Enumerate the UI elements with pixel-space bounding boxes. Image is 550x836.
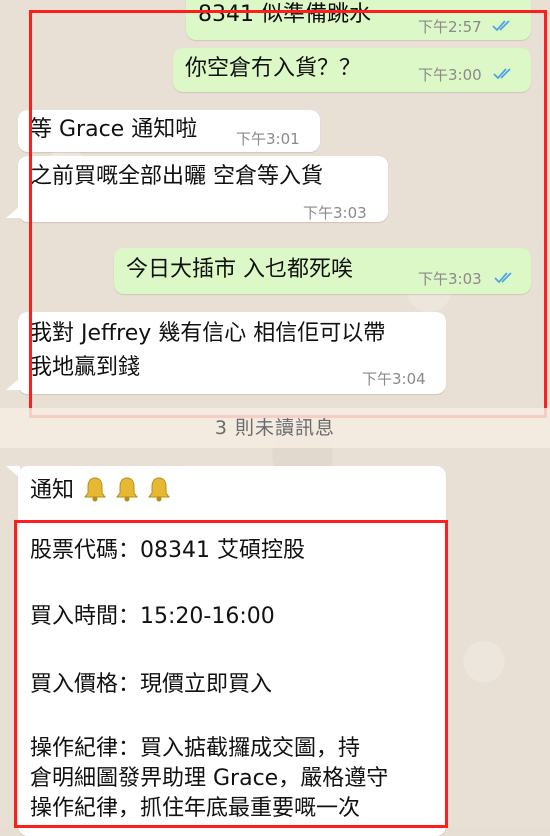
read-ticks-icon bbox=[494, 272, 512, 284]
bubble-tail bbox=[6, 378, 20, 390]
bubble-tail bbox=[6, 466, 20, 478]
outgoing-message[interactable]: 你空倉冇入貨？？ 下午3:00 bbox=[173, 48, 531, 92]
bell-icon bbox=[84, 477, 106, 502]
notice-line-discipline: 倉明細圖發畀助理 Grace，嚴格遵守 bbox=[30, 766, 389, 791]
message-time: 下午3:03 bbox=[418, 270, 482, 288]
incoming-message-notice[interactable]: 通知 股票代碼：08341 艾碩控股 買入時間：15:20-16:00 買入價格… bbox=[18, 466, 446, 836]
message-time: 下午3:01 bbox=[236, 130, 300, 148]
outgoing-message[interactable]: 8341 似準備跳水 下午2:57 bbox=[186, 0, 531, 40]
notice-line-buy-price: 買入價格：現價立即買入 bbox=[30, 672, 273, 697]
notice-line-buy-time: 買入時間：15:20-16:00 bbox=[30, 604, 275, 629]
outgoing-message[interactable]: 今日大插市 入乜都死唉 下午3:03 bbox=[114, 248, 531, 294]
message-time: 下午3:04 bbox=[362, 370, 426, 388]
bell-icon bbox=[116, 477, 138, 502]
message-time: 下午3:00 bbox=[418, 66, 482, 84]
read-ticks-icon bbox=[493, 68, 511, 80]
notice-line-discipline: 操作紀律，抓住年底最重要嘅一次 bbox=[30, 796, 361, 821]
read-ticks-icon bbox=[492, 20, 510, 32]
message-text: 今日大插市 入乜都死唉 bbox=[126, 257, 353, 282]
incoming-message[interactable]: 等 Grace 通知啦 下午3:01 bbox=[18, 110, 320, 152]
bell-icon bbox=[148, 477, 170, 502]
message-text-line: 我地贏到錢 bbox=[30, 355, 141, 380]
message-time: 下午2:57 bbox=[418, 18, 482, 36]
message-text: 之前買嘅全部出曬 空倉等入貨 bbox=[30, 164, 323, 189]
bubble-tail bbox=[6, 206, 20, 218]
notice-line-stock-code: 股票代碼：08341 艾碩控股 bbox=[30, 538, 305, 563]
notice-line-discipline: 操作紀律：買入掂截攞成交圖，持 bbox=[30, 736, 361, 761]
message-text: 等 Grace 通知啦 bbox=[30, 117, 198, 142]
incoming-message[interactable]: 我對 Jeffrey 幾有信心 相信佢可以帶 我地贏到錢 下午3:04 bbox=[18, 312, 446, 394]
message-text: 你空倉冇入貨？？ bbox=[185, 56, 362, 81]
unread-divider: 3 則未讀訊息 bbox=[0, 408, 550, 448]
message-text-line: 我對 Jeffrey 幾有信心 相信佢可以帶 bbox=[30, 321, 386, 346]
incoming-message[interactable]: 之前買嘅全部出曬 空倉等入貨 下午3:03 bbox=[18, 156, 388, 222]
notice-title: 通知 bbox=[30, 478, 75, 503]
message-text: 8341 似準備跳水 bbox=[198, 2, 371, 27]
message-time: 下午3:03 bbox=[303, 204, 367, 222]
